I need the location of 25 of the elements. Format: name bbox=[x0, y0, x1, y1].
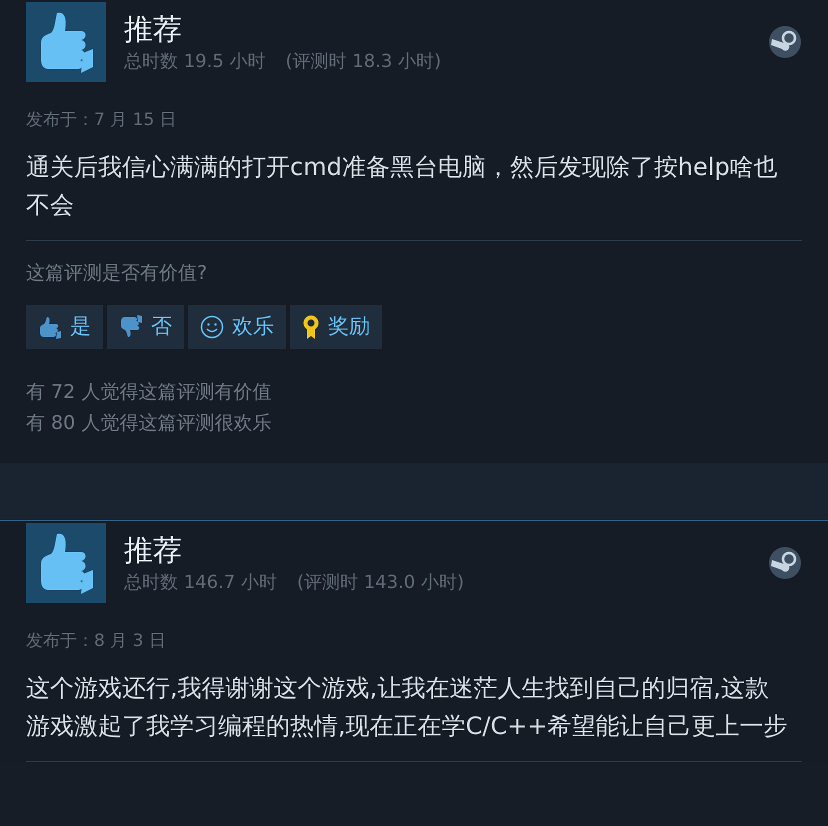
thumbs-up-icon bbox=[38, 315, 62, 339]
total-hours: 总时数 19.5 小时 bbox=[124, 50, 266, 74]
vote-button[interactable]: 欢乐 bbox=[188, 305, 286, 349]
total-hours: 总时数 146.7 小时 bbox=[124, 570, 277, 594]
thumbs-down-icon bbox=[119, 315, 143, 339]
steam-logo-icon bbox=[768, 25, 802, 59]
review-text: 通关后我信心满满的打开cmd准备黑台电脑，然后发现除了按help啥也不会 bbox=[26, 152, 779, 220]
review-hours: (评测时 18.3 小时) bbox=[286, 50, 442, 74]
review-hours: (评测时 143.0 小时) bbox=[296, 570, 464, 594]
vote-button[interactable]: 是 bbox=[26, 305, 103, 349]
smiley-icon bbox=[200, 315, 224, 339]
steam-logo-icon bbox=[768, 546, 802, 580]
helpful-question: 这篇评测是否有价值? bbox=[26, 260, 208, 286]
award-ribbon-icon bbox=[302, 314, 320, 340]
verdict-title: 推荐 bbox=[124, 532, 183, 568]
vote-count: 有 80 人觉得这篇评测很欢乐 bbox=[26, 411, 272, 436]
verdict-title: 推荐 bbox=[124, 10, 183, 48]
vote-count: 有 72 人觉得这篇评测有价值 bbox=[26, 380, 272, 405]
thumbs-up-icon bbox=[26, 523, 106, 603]
vote-button[interactable]: 否 bbox=[107, 305, 184, 349]
review-text: 这个游戏还行,我得谢谢这个游戏,让我在迷茫人生找到自己的归宿,这款游戏激起了我学习编程的热情,现在正在学C/C++希望能让自己更上一步 bbox=[26, 672, 788, 742]
posted-date: 发布于：8 月 3 日 bbox=[26, 630, 167, 653]
posted-date: 发布于：7 月 15 日 bbox=[26, 109, 178, 132]
vote-button[interactable]: 奖励 bbox=[290, 305, 382, 349]
thumbs-up-icon bbox=[26, 2, 106, 82]
